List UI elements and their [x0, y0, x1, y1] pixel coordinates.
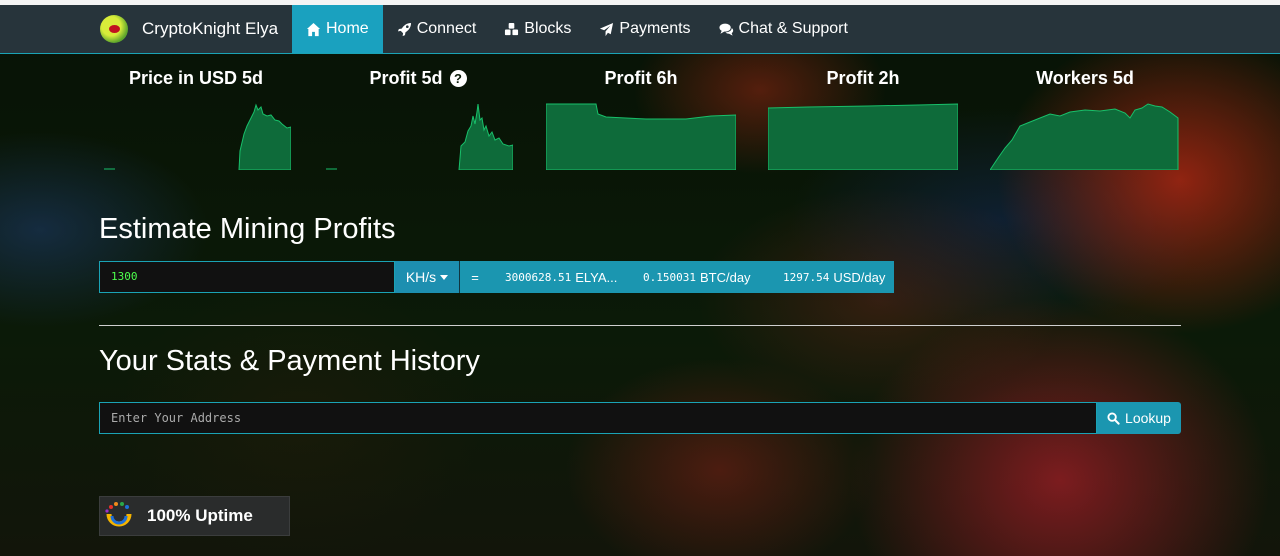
unit-dropdown[interactable]: KH/s: [395, 261, 460, 293]
coin-amount: 3000628.51: [505, 270, 572, 284]
coin-unit: ELYA...: [575, 269, 618, 285]
coin-logo-icon: [100, 15, 128, 43]
paper-plane-icon: [600, 22, 614, 36]
usd-amount: 1297.54: [783, 270, 830, 284]
search-icon: [1107, 411, 1120, 425]
coin-estimate: 3000628.51 ELYA...: [490, 270, 643, 285]
btc-estimate: 0.150031 BTC/day: [643, 270, 778, 285]
price-usd-5d-chart: Price in USD 5d: [101, 68, 291, 170]
profit-6h-sparkline: [546, 103, 736, 170]
chart-title: Profit 2h: [826, 68, 900, 88]
chart-title: Workers 5d: [1036, 68, 1134, 88]
section-divider: [99, 325, 1181, 326]
estimate-title: Estimate Mining Profits: [99, 213, 396, 245]
chart-title-text: Profit 5d: [369, 68, 443, 88]
nav-payments[interactable]: Payments: [585, 5, 704, 53]
btc-amount: 0.150031: [643, 270, 696, 284]
nav-home[interactable]: Home: [292, 5, 383, 53]
brand[interactable]: CryptoKnight Elya: [100, 5, 278, 53]
lookup-row: Enter Your Address Lookup: [99, 402, 1181, 434]
profit-5d-sparkline: [326, 103, 513, 170]
brand-name: CryptoKnight Elya: [142, 19, 279, 38]
equals-sign: =: [471, 269, 479, 285]
hashrate-input[interactable]: 1300: [99, 261, 395, 293]
nav-blocks-label: Blocks: [524, 20, 572, 37]
usd-estimate: 1297.54 USD/day: [778, 270, 885, 285]
caret-down-icon: [440, 274, 449, 280]
chart-title: Price in USD 5d: [128, 68, 264, 88]
estimate-results: = 3000628.51 ELYA... 0.150031 BTC/day 12…: [460, 261, 894, 293]
home-icon: [306, 22, 321, 36]
nav-payments-label: Payments: [619, 20, 691, 37]
price-sparkline: [104, 103, 291, 170]
stats-title: Your Stats & Payment History: [99, 345, 480, 377]
cubes-icon: [505, 22, 519, 35]
usd-unit: USD/day: [833, 269, 886, 285]
profit-2h-chart: Profit 2h: [768, 68, 958, 170]
question-circle-icon[interactable]: ?: [449, 70, 467, 87]
nav-connect-label: Connect: [416, 20, 477, 37]
workers-sparkline: [990, 103, 1179, 170]
uptime-icon: [105, 502, 132, 527]
nav-chat-support[interactable]: Chat & Support: [705, 5, 862, 53]
nav-chat-label: Chat & Support: [738, 20, 848, 37]
estimate-row: 1300 KH/s = 3000628.51 ELYA... 0.150031 …: [99, 261, 894, 293]
rocket-icon: [397, 22, 411, 36]
unit-label: KH/s: [405, 269, 437, 285]
address-input[interactable]: Enter Your Address: [99, 402, 1097, 434]
nav-home-label: Home: [326, 20, 369, 37]
chart-title: Profit 6h: [604, 68, 678, 88]
uptime-badge[interactable]: 100% Uptime: [99, 496, 290, 536]
comments-icon: [719, 23, 733, 36]
profit-5d-chart: Profit 5d ?: [323, 68, 513, 170]
chart-title: Profit 5d ?: [323, 68, 513, 89]
lookup-label: Lookup: [1125, 410, 1171, 426]
uptime-label: 100% Uptime: [147, 506, 253, 525]
lookup-button[interactable]: Lookup: [1097, 402, 1181, 434]
profit-6h-chart: Profit 6h: [546, 68, 736, 170]
btc-unit: BTC/day: [699, 269, 751, 285]
nav-blocks[interactable]: Blocks: [490, 5, 585, 53]
nav-connect[interactable]: Connect: [383, 5, 491, 53]
profit-2h-sparkline: [768, 103, 958, 170]
navbar: CryptoKnight Elya Home Connect Blocks Pa…: [0, 5, 1280, 54]
workers-5d-chart: Workers 5d: [990, 68, 1180, 170]
